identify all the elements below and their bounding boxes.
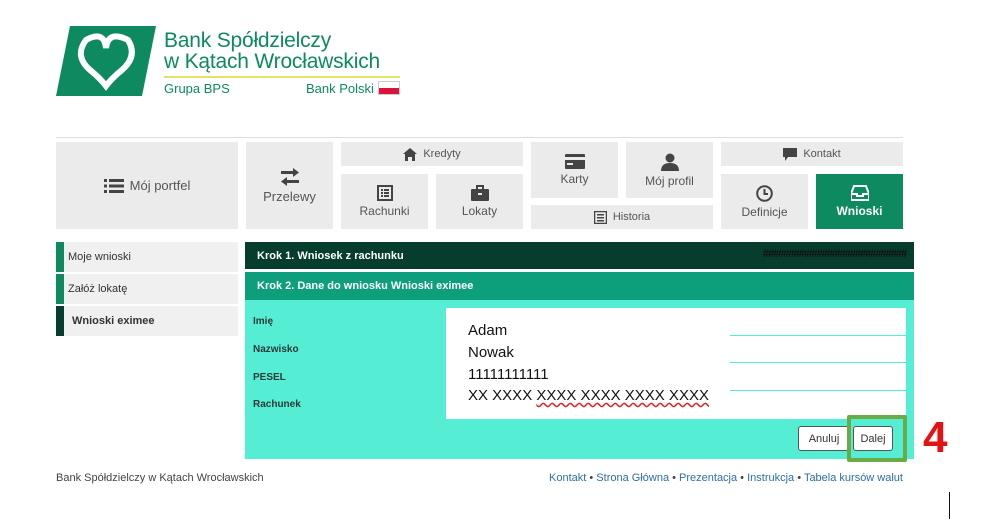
next-button-highlight [847, 415, 907, 462]
nav-definitions-label: Definicje [741, 204, 788, 219]
nav-deposits[interactable]: Lokaty [436, 174, 523, 229]
nav-applications[interactable]: Wnioski [816, 174, 903, 229]
account-field[interactable]: XX XXXX XXXX XXXX XXXX XXXX [468, 387, 709, 404]
credit-card-icon [564, 154, 585, 169]
user-icon [660, 153, 679, 171]
cancel-button[interactable]: Anuluj [798, 426, 850, 451]
nav-credits-label: Kredyty [423, 148, 461, 160]
nav-applications-label: Wnioski [836, 204, 883, 218]
first-name-field[interactable]: Adam [468, 322, 507, 339]
nav-credits[interactable]: Kredyty [341, 142, 523, 166]
nav-accounts[interactable]: Rachunki [341, 174, 428, 229]
step1-title: Krok 1. Wniosek z rachunku [257, 249, 404, 262]
step2-header: Krok 2. Dane do wniosku Wnioski eximee [245, 272, 914, 300]
nav-deposits-label: Lokaty [461, 204, 498, 218]
sidebar-item-label: Załóż lokatę [68, 283, 128, 295]
tutorial-step-number: 4 [923, 413, 948, 462]
field-rule [730, 362, 906, 363]
nav-definitions[interactable]: Definicje [721, 174, 808, 229]
sidebar-item-label: Wnioski eximee [72, 315, 155, 327]
step1-header[interactable]: Krok 1. Wniosek z rachunku #############… [245, 242, 914, 269]
sidebar-item-label: Moje wnioski [68, 251, 131, 263]
sidebar-item-my-applications[interactable]: Moje wnioski [56, 242, 238, 272]
document-list-icon [593, 210, 607, 224]
nav-transfers-label: Przelewy [263, 188, 316, 204]
field-rule [730, 335, 906, 336]
last-name-field[interactable]: Nowak [468, 344, 514, 361]
bank-group: Grupa BPS [164, 81, 230, 96]
nav-portfolio[interactable]: Mój portfel [56, 142, 238, 229]
nav-contact-label: Kontakt [803, 148, 841, 160]
footer-separator: • [737, 472, 748, 484]
bank-name-line2: w Kątach Wrocławskich [164, 50, 380, 73]
nav-profile[interactable]: Mój profil [626, 142, 713, 198]
briefcase-icon [470, 185, 489, 201]
sidebar-item-open-deposit[interactable]: Załóż lokatę [56, 274, 238, 304]
home-icon [403, 147, 418, 161]
first-name-label: Imię [253, 316, 274, 327]
footer-link-contact[interactable]: Kontakt [549, 472, 586, 484]
step1-masked-account: ############################ [762, 248, 907, 260]
transfer-arrows-icon [280, 167, 299, 186]
nav-profile-label: Mój profil [645, 173, 694, 188]
footer-separator: • [586, 472, 597, 484]
last-name-label: Nazwisko [253, 344, 299, 355]
bank-polski: Bank Polski [306, 81, 374, 96]
logo-underline [164, 76, 400, 78]
footer-links: Kontakt • Strona Główna • Prezentacja • … [549, 472, 903, 484]
nav-transfers[interactable]: Przelewy [246, 142, 333, 229]
bank-logo[interactable]: Bank Spółdzielczy w Kątach Wrocławskich … [56, 26, 416, 100]
account-value-prefix: XX XXXX [468, 387, 537, 404]
pesel-field[interactable]: 11111111111 [468, 366, 549, 383]
footer-separator: • [669, 472, 680, 484]
footer-link-instructions[interactable]: Instrukcja [747, 472, 794, 484]
nav-accounts-label: Rachunki [359, 204, 410, 218]
nav-cards[interactable]: Karty [531, 142, 618, 198]
footer-bank-name: Bank Spółdzielczy w Kątach Wrocławskich [56, 472, 264, 484]
account-value-masked: XXXX XXXX XXXX XXXX [536, 387, 709, 404]
nav-history-label: Historia [612, 211, 651, 223]
clock-icon [756, 184, 773, 202]
step2-title: Krok 2. Dane do wniosku Wnioski eximee [257, 280, 474, 292]
form-values-panel[interactable]: Adam Nowak 11111111111 XX XXXX XXXX XXXX… [446, 308, 906, 419]
footer-link-presentation[interactable]: Prezentacja [679, 472, 737, 484]
ledger-icon [376, 185, 393, 201]
chat-bubble-icon [783, 147, 798, 161]
nav-portfolio-label: Mój portfel [129, 178, 191, 193]
nav-cards-label: Karty [560, 172, 589, 186]
nav-contact[interactable]: Kontakt [721, 142, 903, 166]
polish-flag-icon [378, 81, 400, 95]
footer-separator: • [794, 472, 804, 484]
bank-logo-icon [56, 26, 156, 96]
pesel-label: PESEL [253, 372, 286, 383]
list-icon [103, 178, 124, 193]
footer-link-exchange-rates[interactable]: Tabela kursów walut [804, 472, 903, 484]
footer-link-home[interactable]: Strona Główna [596, 472, 669, 484]
sidebar-item-eximee-applications[interactable]: Wnioski eximee [56, 306, 238, 336]
nav-history[interactable]: Historia [531, 205, 713, 229]
field-rule [730, 390, 906, 391]
header-divider [56, 137, 903, 138]
text-cursor [949, 492, 950, 519]
inbox-tray-icon [850, 185, 869, 201]
account-label: Rachunek [253, 399, 301, 410]
